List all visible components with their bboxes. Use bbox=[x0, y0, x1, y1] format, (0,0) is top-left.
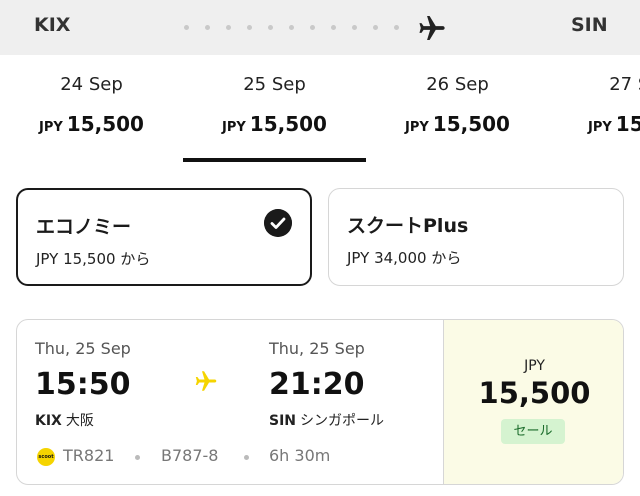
fare-price-panel[interactable]: JPY 15,500 bbox=[443, 320, 623, 484]
date-tab-date: 25 Sep bbox=[243, 74, 306, 95]
date-tab[interactable]: 26 Sep JPY 15,500 bbox=[366, 55, 549, 163]
date-tab-date: 26 Sep bbox=[426, 74, 489, 95]
depart-time: 15:50 bbox=[35, 367, 131, 402]
fare-currency: JPY bbox=[524, 358, 545, 374]
airplane-icon bbox=[195, 371, 217, 391]
date-tab-price: JPY15,500 bbox=[39, 112, 144, 136]
cabin-economy-card[interactable]: エコノミー JPY 15,500 から bbox=[16, 188, 312, 286]
depart-date: Thu, 25 Sep bbox=[35, 339, 131, 358]
route-dot bbox=[373, 25, 378, 30]
route-dot bbox=[310, 25, 315, 30]
selected-tab-indicator bbox=[183, 158, 366, 162]
date-tab-selected[interactable]: 25 Sep JPY 15,500 bbox=[183, 55, 366, 163]
date-tab-price: JPY15,500 bbox=[405, 112, 510, 136]
date-tab-price: JPY15,500 bbox=[588, 112, 640, 136]
cabin-from-price: JPY 15,500 から bbox=[36, 250, 151, 268]
route-dot bbox=[394, 25, 399, 30]
route-dot bbox=[247, 25, 252, 30]
route-dot bbox=[352, 25, 357, 30]
check-circle-icon bbox=[264, 209, 292, 237]
separator-dot bbox=[135, 455, 140, 460]
fare-amount: 15,500 bbox=[478, 376, 591, 410]
date-tab-date: 27 Sep bbox=[609, 74, 640, 95]
cabin-name: エコノミー bbox=[36, 216, 132, 238]
origin-code: KIX bbox=[34, 14, 71, 36]
cabin-scootplus-card[interactable]: スクートPlus JPY 34,000 から bbox=[328, 188, 624, 286]
separator-dot bbox=[244, 455, 249, 460]
flight-card[interactable]: Thu, 25 Sep 15:50 KIX 大阪 Thu, 25 Sep 21:2… bbox=[16, 319, 624, 485]
date-tab-price: JPY15,500 bbox=[222, 112, 327, 136]
route-dot bbox=[226, 25, 231, 30]
sale-badge: セール bbox=[501, 419, 565, 444]
depart-airport: KIX 大阪 bbox=[35, 413, 94, 429]
arrive-airport: SIN シンガポール bbox=[269, 413, 385, 429]
flight-number: TR821 bbox=[63, 446, 115, 465]
date-selector: 24 Sep JPY 15,500 25 Sep JPY 15,500 26 Sep… bbox=[0, 55, 640, 163]
route-dot bbox=[205, 25, 210, 30]
flight-duration: 6h 30m bbox=[269, 446, 331, 465]
date-tab[interactable]: 24 Sep JPY 15,500 bbox=[0, 55, 183, 163]
date-tab-date: 24 Sep bbox=[60, 74, 123, 95]
airline-logo: scoot bbox=[37, 448, 55, 466]
arrive-time: 21:20 bbox=[269, 367, 365, 402]
arrive-date: Thu, 25 Sep bbox=[269, 339, 365, 358]
route-dot bbox=[289, 25, 294, 30]
aircraft-type: B787-8 bbox=[161, 446, 219, 465]
route-dot bbox=[184, 25, 189, 30]
cabin-from-price: JPY 34,000 から bbox=[347, 249, 462, 267]
route-dots bbox=[184, 25, 414, 31]
airplane-icon bbox=[419, 16, 445, 40]
destination-code: SIN bbox=[571, 14, 608, 36]
route-dot bbox=[331, 25, 336, 30]
cabin-name: スクートPlus bbox=[347, 215, 469, 237]
route-header: KIX SIN bbox=[0, 0, 640, 55]
route-dot bbox=[268, 25, 273, 30]
date-tab[interactable]: 27 Sep JPY15,500 bbox=[549, 55, 640, 163]
